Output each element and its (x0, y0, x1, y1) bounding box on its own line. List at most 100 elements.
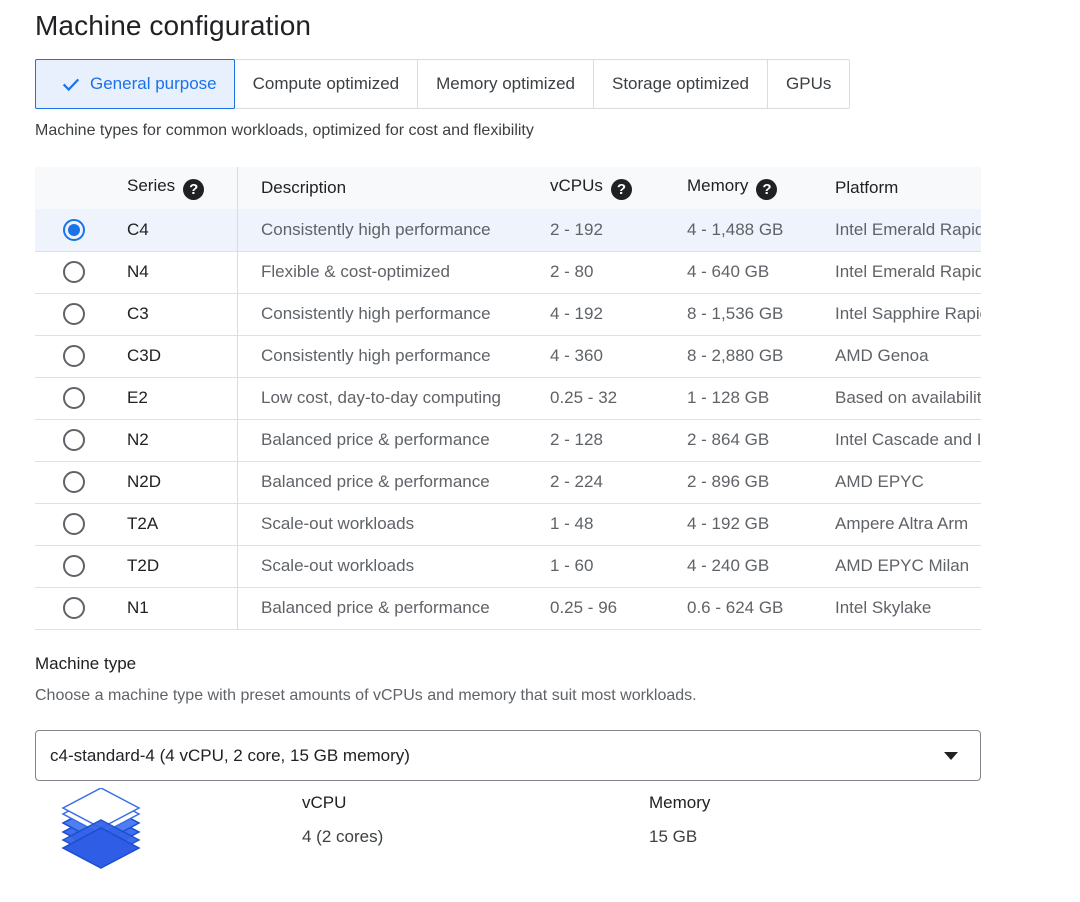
platform-cell: AMD Genoa (835, 346, 929, 365)
header-description: Description (261, 178, 347, 197)
platform-cell: Intel Sapphire Rapids (835, 304, 981, 323)
radio-button[interactable] (63, 345, 85, 367)
header-memory: Memory? (687, 167, 835, 209)
memory-cell: 4 - 1,488 GB (687, 219, 784, 239)
table-row[interactable]: E2 Low cost, day-to-day computing 0.25 -… (35, 377, 981, 419)
table-header-row: Series? Description vCPUs? Memory? Platf… (35, 167, 981, 209)
description-cell: Consistently high performance (261, 346, 491, 365)
series-cell: N1 (127, 587, 238, 629)
table-row[interactable]: C3 Consistently high performance 4 - 192… (35, 293, 981, 335)
radio-cell (35, 293, 127, 335)
radio-button[interactable] (63, 429, 85, 451)
platform-cell: Based on availability (835, 388, 981, 407)
description-cell: Scale-out workloads (261, 556, 415, 575)
description-cell: Scale-out workloads (261, 514, 415, 533)
header-vcpus: vCPUs? (550, 167, 687, 209)
header-series: Series? (127, 167, 238, 209)
series-table: Series? Description vCPUs? Memory? Platf… (35, 167, 981, 630)
series-cell: C3 (127, 293, 238, 335)
description-cell: Balanced price & performance (261, 472, 490, 491)
vcpu-value: 4 (2 cores) (302, 827, 384, 846)
vcpus-cell: 2 - 224 (550, 472, 603, 491)
series-rows: C4 Consistently high performance 2 - 192… (35, 209, 981, 629)
table-row[interactable]: T2A Scale-out workloads 1 - 48 4 - 192 G… (35, 503, 981, 545)
memory-value: 15 GB (649, 827, 698, 846)
memory-cell: 4 - 640 GB (687, 262, 770, 281)
platform-cell: Intel Cascade and Ice Lake (835, 430, 981, 449)
radio-cell (35, 419, 127, 461)
machine-family-tabs: General purpose Compute optimized Memory… (35, 59, 851, 109)
memory-cell: 8 - 2,880 GB (687, 346, 784, 365)
tab-label: Memory optimized (436, 74, 575, 93)
tab-compute-optimized[interactable]: Compute optimized (235, 60, 419, 108)
vcpus-cell: 2 - 80 (550, 262, 594, 281)
series-cell: T2D (127, 545, 238, 587)
tab-storage-optimized[interactable]: Storage optimized (594, 60, 769, 108)
memory-cell: 8 - 1,536 GB (687, 304, 784, 323)
table-row[interactable]: N2 Balanced price & performance 2 - 128 … (35, 419, 981, 461)
dropdown-arrow-icon (944, 752, 958, 760)
radio-button[interactable] (63, 597, 85, 619)
vcpus-cell: 1 - 48 (550, 514, 594, 533)
series-cell: N2 (127, 419, 238, 461)
stacked-layers-icon (61, 788, 141, 869)
header-memory-label: Memory (687, 176, 749, 195)
memory-cell: 0.6 - 624 GB (687, 598, 784, 617)
radio-cell (35, 377, 127, 419)
description-cell: Flexible & cost-optimized (261, 262, 450, 281)
tab-general-purpose[interactable]: General purpose (35, 59, 235, 109)
series-cell: C4 (127, 209, 238, 251)
vcpus-cell: 1 - 60 (550, 556, 594, 575)
table-row[interactable]: N2D Balanced price & performance 2 - 224… (35, 461, 981, 503)
radio-cell (35, 587, 127, 629)
radio-button[interactable] (63, 303, 85, 325)
tab-gpus[interactable]: GPUs (768, 60, 849, 108)
memory-cell: 4 - 192 GB (687, 514, 770, 533)
radio-button[interactable] (63, 513, 85, 535)
series-cell: N2D (127, 461, 238, 503)
radio-button[interactable] (63, 555, 85, 577)
vcpus-cell: 4 - 360 (550, 346, 603, 365)
table-row[interactable]: C3D Consistently high performance 4 - 36… (35, 335, 981, 377)
series-cell: N4 (127, 251, 238, 293)
table-row[interactable]: N4 Flexible & cost-optimized 2 - 80 4 - … (35, 251, 981, 293)
header-select (35, 167, 127, 209)
radio-cell (35, 251, 127, 293)
platform-cell: Intel Emerald Rapids (835, 219, 981, 239)
memory-cell: 2 - 864 GB (687, 430, 770, 449)
series-table-container: Series? Description vCPUs? Memory? Platf… (35, 167, 981, 630)
tab-label: Compute optimized (252, 74, 400, 93)
table-row[interactable]: C4 Consistently high performance 2 - 192… (35, 209, 981, 251)
tab-memory-optimized[interactable]: Memory optimized (418, 60, 594, 108)
check-icon (62, 78, 80, 92)
platform-cell: Intel Skylake (835, 598, 932, 617)
help-icon[interactable]: ? (183, 179, 205, 200)
header-series-label: Series (127, 176, 176, 195)
help-icon[interactable]: ? (610, 179, 632, 200)
description-cell: Balanced price & performance (261, 430, 490, 449)
radio-cell (35, 209, 127, 251)
memory-label: Memory (649, 793, 711, 812)
radio-button[interactable] (63, 471, 85, 493)
platform-cell: Ampere Altra Arm (835, 514, 969, 533)
machine-type-title: Machine type (35, 654, 137, 673)
tab-description: Machine types for common workloads, opti… (35, 122, 534, 139)
machine-type-selected-value: c4-standard-4 (4 vCPU, 2 core, 15 GB mem… (50, 745, 410, 765)
tab-label: General purpose (90, 74, 217, 93)
vcpus-cell: 2 - 192 (550, 219, 603, 239)
radio-button[interactable] (63, 218, 85, 241)
vcpus-cell: 0.25 - 96 (550, 598, 618, 617)
help-icon[interactable]: ? (756, 179, 778, 200)
table-row[interactable]: T2D Scale-out workloads 1 - 60 4 - 240 G… (35, 545, 981, 587)
radio-button[interactable] (63, 261, 85, 283)
platform-cell: AMD EPYC (835, 472, 924, 491)
memory-cell: 1 - 128 GB (687, 388, 770, 407)
table-row[interactable]: N1 Balanced price & performance 0.25 - 9… (35, 587, 981, 629)
radio-cell (35, 503, 127, 545)
radio-button[interactable] (63, 387, 85, 409)
series-cell: T2A (127, 503, 238, 545)
machine-type-select[interactable]: c4-standard-4 (4 vCPU, 2 core, 15 GB mem… (35, 730, 981, 781)
series-cell: C3D (127, 335, 238, 377)
vcpu-label: vCPU (302, 793, 347, 812)
vcpus-cell: 4 - 192 (550, 304, 603, 323)
